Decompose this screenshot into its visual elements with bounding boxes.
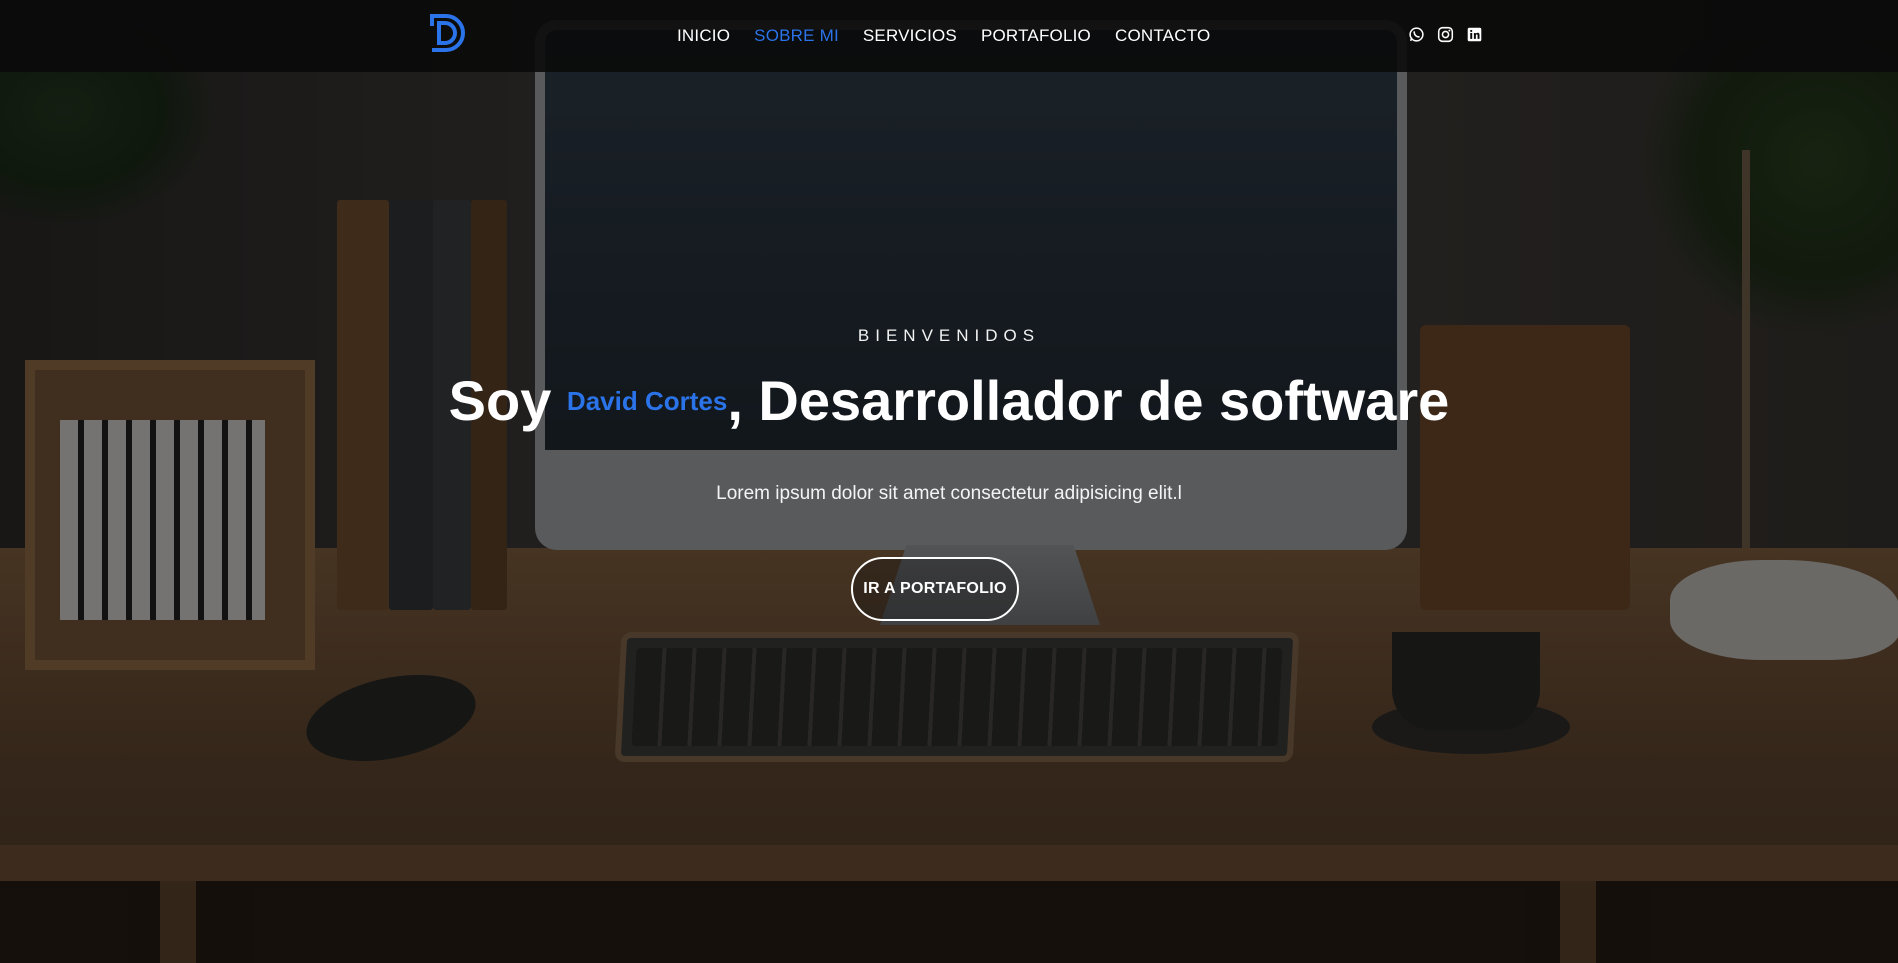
welcome-eyebrow: BIENVENIDOS xyxy=(857,326,1041,345)
hero-subtitle: Lorem ipsum dolor sit amet consectetur a… xyxy=(716,483,1182,504)
hero-section: BIENVENIDOS Soy David Cortes, Desarrolla… xyxy=(0,0,1898,963)
headline-suffix: , Desarrollador de software xyxy=(727,369,1450,432)
headline-prefix: Soy xyxy=(448,369,567,432)
developer-name: David Cortes xyxy=(566,385,728,416)
hero-headline: Soy David Cortes, Desarrollador de softw… xyxy=(0,368,1898,433)
go-to-portfolio-button[interactable]: IR A PORTAFOLIO xyxy=(851,557,1019,621)
